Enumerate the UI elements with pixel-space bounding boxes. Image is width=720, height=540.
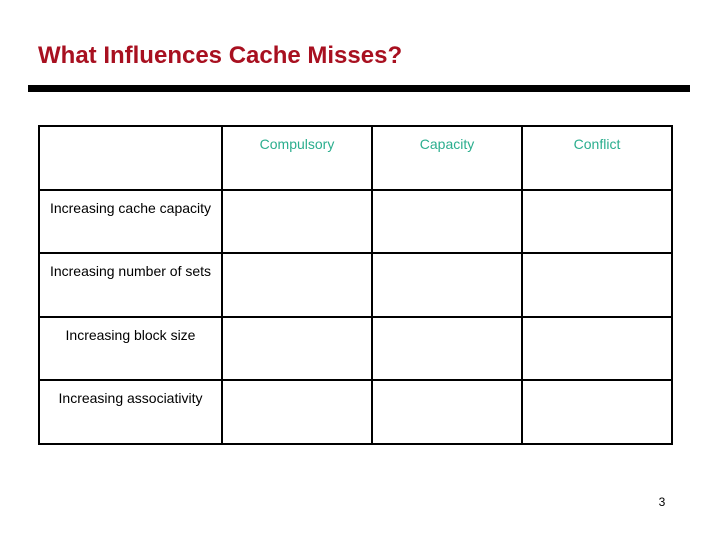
table-corner-label bbox=[40, 127, 221, 135]
cell-value bbox=[223, 318, 371, 326]
row-header-label: Increasing cache capacity bbox=[49, 199, 212, 216]
row-header-increasing-associativity: Increasing associativity bbox=[38, 379, 223, 445]
table-row: Increasing block size bbox=[38, 315, 673, 382]
cell-number-of-sets-capacity[interactable] bbox=[371, 252, 523, 318]
cell-associativity-conflict[interactable] bbox=[521, 379, 673, 445]
cell-value bbox=[373, 191, 521, 199]
cache-miss-matrix-table: Compulsory Capacity Conflict Increasing … bbox=[38, 125, 673, 445]
title-underline-rule bbox=[28, 85, 690, 92]
cell-associativity-compulsory[interactable] bbox=[221, 379, 373, 445]
column-header-label: Conflict bbox=[573, 136, 621, 152]
table-corner-cell bbox=[38, 125, 223, 191]
table-row: Increasing associativity bbox=[38, 379, 673, 445]
row-header-increasing-cache-capacity: Increasing cache capacity bbox=[38, 188, 223, 255]
table-header-row: Compulsory Capacity Conflict bbox=[38, 125, 673, 191]
cell-block-size-compulsory[interactable] bbox=[221, 315, 373, 382]
page-number: 3 bbox=[658, 495, 666, 509]
cell-value bbox=[523, 381, 671, 389]
cell-cache-capacity-compulsory[interactable] bbox=[221, 188, 373, 255]
column-header-compulsory: Compulsory bbox=[221, 125, 373, 191]
cell-associativity-capacity[interactable] bbox=[371, 379, 523, 445]
column-header-capacity: Capacity bbox=[371, 125, 523, 191]
cell-value bbox=[223, 254, 371, 262]
row-header-increasing-number-of-sets: Increasing number of sets bbox=[38, 252, 223, 318]
cell-value bbox=[373, 318, 521, 326]
cell-number-of-sets-compulsory[interactable] bbox=[221, 252, 373, 318]
row-header-label: Increasing number of sets bbox=[49, 263, 212, 280]
cell-value bbox=[523, 318, 671, 326]
cell-value bbox=[223, 381, 371, 389]
table-row: Increasing number of sets bbox=[38, 252, 673, 318]
cell-cache-capacity-capacity[interactable] bbox=[371, 188, 523, 255]
row-header-label: Increasing block size bbox=[65, 326, 196, 343]
column-header-conflict: Conflict bbox=[521, 125, 673, 191]
cell-value bbox=[373, 254, 521, 262]
row-header-label: Increasing associativity bbox=[58, 390, 203, 407]
cell-value bbox=[373, 381, 521, 389]
slide-canvas: What Influences Cache Misses? Compulsory… bbox=[0, 0, 720, 540]
cell-cache-capacity-conflict[interactable] bbox=[521, 188, 673, 255]
row-header-increasing-block-size: Increasing block size bbox=[38, 315, 223, 382]
cell-block-size-conflict[interactable] bbox=[521, 315, 673, 382]
cell-block-size-capacity[interactable] bbox=[371, 315, 523, 382]
cell-number-of-sets-conflict[interactable] bbox=[521, 252, 673, 318]
page-title: What Influences Cache Misses? bbox=[38, 42, 403, 69]
cell-value bbox=[523, 191, 671, 199]
table-row: Increasing cache capacity bbox=[38, 188, 673, 255]
column-header-label: Compulsory bbox=[259, 136, 335, 152]
column-header-label: Capacity bbox=[419, 136, 475, 152]
cell-value bbox=[523, 254, 671, 262]
cell-value bbox=[223, 191, 371, 199]
